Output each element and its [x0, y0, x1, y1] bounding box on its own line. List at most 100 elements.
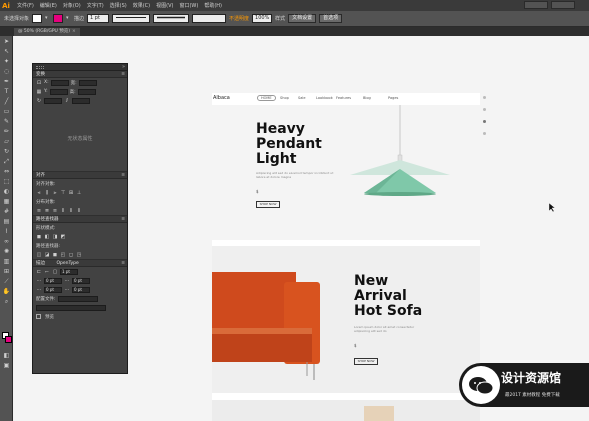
- stroke-label[interactable]: 描边: [74, 15, 84, 22]
- pencil-tool-icon[interactable]: ✏: [2, 128, 11, 136]
- hand-tool-icon[interactable]: ✋: [2, 288, 11, 296]
- menu-window[interactable]: 窗口(W): [179, 2, 198, 9]
- distribute-hcenter-icon[interactable]: ⦀: [68, 208, 74, 214]
- close-icon[interactable]: ×: [72, 29, 76, 34]
- drag-grip-icon[interactable]: [36, 66, 44, 69]
- document-setup-button[interactable]: 文档设置: [288, 14, 317, 23]
- distribute-right-icon[interactable]: ⦀: [76, 208, 82, 214]
- x-field[interactable]: [50, 79, 69, 86]
- symbol-sprayer-tool-icon[interactable]: ✺: [2, 248, 11, 256]
- distribute-vcenter-icon[interactable]: ≣: [44, 208, 50, 214]
- merge-icon[interactable]: ◼: [52, 252, 58, 258]
- line-tool-icon[interactable]: ╱: [2, 98, 11, 106]
- menu-type[interactable]: 文字(T): [87, 2, 104, 9]
- page-dot[interactable]: [483, 108, 486, 111]
- panel-header[interactable]: »: [33, 64, 127, 71]
- arrowhead-select[interactable]: [36, 304, 106, 311]
- screen-mode-icon[interactable]: ▣: [2, 362, 11, 370]
- width-tool-icon[interactable]: ⇔: [2, 168, 11, 176]
- align-bottom-icon[interactable]: ⊥: [76, 190, 82, 196]
- selection-tool-icon[interactable]: ➤: [2, 38, 11, 46]
- stroke-swatch[interactable]: [53, 14, 64, 23]
- stroke-weight-input[interactable]: 1 pt: [60, 268, 78, 275]
- free-transform-tool-icon[interactable]: ⬚: [2, 178, 11, 186]
- slice-tool-icon[interactable]: ⟋: [2, 278, 11, 286]
- profile-select[interactable]: [57, 295, 98, 302]
- cap-icon[interactable]: ⊏: [36, 269, 42, 275]
- stroke-profile-select[interactable]: [112, 14, 151, 23]
- dash-field-c[interactable]: 0 pt: [44, 286, 62, 293]
- intersect-icon[interactable]: ◨: [52, 234, 58, 240]
- align-top-icon[interactable]: ⊤: [60, 190, 66, 196]
- corner-icon[interactable]: ⌐: [44, 269, 50, 275]
- eyedropper-tool-icon[interactable]: ⌇: [2, 228, 11, 236]
- paintbrush-tool-icon[interactable]: ✎: [2, 118, 11, 126]
- type-tool-icon[interactable]: T: [2, 88, 11, 96]
- outline-icon[interactable]: ◻: [68, 252, 74, 258]
- lasso-tool-icon[interactable]: ◌: [2, 68, 11, 76]
- distribute-top-icon[interactable]: ≡: [36, 208, 42, 214]
- opacity-field[interactable]: 100%: [252, 14, 273, 23]
- height-field[interactable]: [77, 88, 96, 95]
- document-tab[interactable]: @ 50% (RGB/GPU 预览) ×: [14, 28, 80, 36]
- blend-tool-icon[interactable]: ∞: [2, 238, 11, 246]
- trim-icon[interactable]: ◪: [44, 252, 50, 258]
- divide-icon[interactable]: ◫: [36, 252, 42, 258]
- y-field[interactable]: [49, 88, 68, 95]
- transform-section-title[interactable]: 变换 ≡: [33, 71, 127, 78]
- style-label[interactable]: 样式: [275, 15, 285, 22]
- width-field[interactable]: [78, 79, 97, 86]
- draw-mode-icon[interactable]: ◧: [2, 352, 11, 360]
- rotate-tool-icon[interactable]: ↻: [2, 148, 11, 156]
- stroke-dropdown-icon[interactable]: ▾: [66, 14, 71, 23]
- graph-tool-icon[interactable]: ▥: [2, 258, 11, 266]
- menu-select[interactable]: 选择(S): [110, 2, 127, 9]
- zoom-tool-icon[interactable]: ⌕: [2, 298, 11, 306]
- menu-file[interactable]: 文件(F): [17, 2, 34, 9]
- magic-wand-tool-icon[interactable]: ✦: [2, 58, 11, 66]
- dash-field-a[interactable]: 0 pt: [44, 277, 62, 284]
- gradient-tool-icon[interactable]: ▤: [2, 218, 11, 226]
- workspace-button[interactable]: [524, 1, 548, 9]
- panel-menu-icon[interactable]: ≡: [121, 260, 125, 267]
- perspective-grid-tool-icon[interactable]: ▦: [2, 198, 11, 206]
- scale-tool-icon[interactable]: ⤢: [2, 158, 11, 166]
- gap-field-b[interactable]: 0 pt: [72, 277, 90, 284]
- direct-selection-tool-icon[interactable]: ↖: [2, 48, 11, 56]
- align-hcenter-icon[interactable]: ⫼: [44, 190, 50, 196]
- eraser-tool-icon[interactable]: ▱: [2, 138, 11, 146]
- align-right-icon[interactable]: ⫸: [52, 190, 58, 196]
- unite-icon[interactable]: ◼: [36, 234, 42, 240]
- artboard-tool-icon[interactable]: ⊞: [2, 268, 11, 276]
- shape-builder-tool-icon[interactable]: ◐: [2, 188, 11, 196]
- fill-swatch[interactable]: [32, 14, 43, 23]
- collapse-icon[interactable]: »: [122, 64, 125, 71]
- panel-menu-icon[interactable]: ≡: [121, 216, 125, 223]
- menu-edit[interactable]: 编辑(E): [40, 2, 57, 9]
- rectangle-tool-icon[interactable]: ▭: [2, 108, 11, 116]
- align-left-icon[interactable]: ⫷: [36, 190, 42, 196]
- exclude-icon[interactable]: ◩: [60, 234, 66, 240]
- page-dot[interactable]: [483, 96, 486, 99]
- shear-field[interactable]: [72, 97, 90, 104]
- stroke-weight-field[interactable]: 1 pt: [87, 14, 110, 23]
- reference-point-icon[interactable]: ⊡: [36, 80, 42, 86]
- stroke-color-swatch[interactable]: [5, 336, 12, 343]
- crop-icon[interactable]: ◰: [60, 252, 66, 258]
- preview-checkbox[interactable]: [36, 314, 41, 319]
- pen-tool-icon[interactable]: ✒: [2, 78, 11, 86]
- brush-select[interactable]: [153, 14, 190, 23]
- minus-back-icon[interactable]: ◳: [76, 252, 82, 258]
- fill-dropdown-icon[interactable]: ▾: [45, 14, 50, 23]
- align-stroke-icon[interactable]: ▢: [52, 269, 58, 275]
- page-dot[interactable]: [483, 120, 486, 123]
- opentype-tab[interactable]: OpenType: [56, 261, 78, 266]
- menu-effect[interactable]: 效果(C): [133, 2, 150, 9]
- page-dot[interactable]: [483, 132, 486, 135]
- panel-menu-icon[interactable]: ≡: [121, 172, 125, 179]
- menu-view[interactable]: 视图(V): [156, 2, 173, 9]
- menu-help[interactable]: 帮助(H): [204, 2, 222, 9]
- align-vcenter-icon[interactable]: ⊞: [68, 190, 74, 196]
- minus-front-icon[interactable]: ◧: [44, 234, 50, 240]
- basic-style-select[interactable]: [192, 14, 227, 23]
